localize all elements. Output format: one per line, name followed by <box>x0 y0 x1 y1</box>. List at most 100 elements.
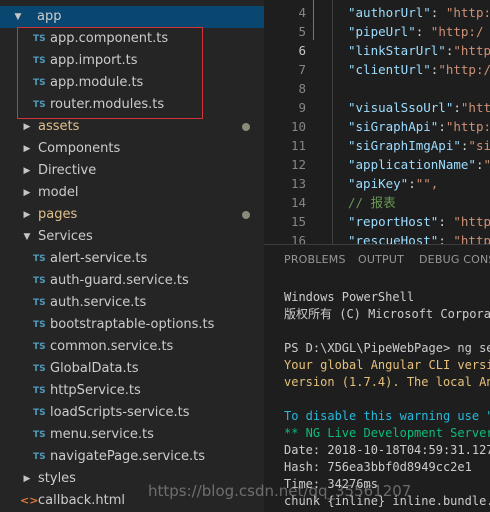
modified-dot-icon <box>242 123 250 131</box>
typescript-icon: TS <box>33 78 46 88</box>
chevron-right-icon: ▶ <box>23 188 31 198</box>
service-file-9[interactable]: TS navigatePage.service.ts <box>0 446 264 468</box>
code-text: "visualSsoUrl":"htt <box>348 100 490 115</box>
service-file-3[interactable]: TS bootstraptable-options.ts <box>0 314 264 336</box>
terminal-line: ** NG Live Development Server <box>284 426 490 440</box>
code-text: "apiKey":"", <box>348 176 439 191</box>
item-label: model <box>38 185 79 200</box>
code-line: 12 "applicationName":" <box>264 155 490 174</box>
item-label: Directive <box>38 163 97 178</box>
file-0[interactable]: TS app.component.ts <box>0 28 264 50</box>
code-line: 8 <box>264 79 490 98</box>
item-label: app.module.ts <box>50 75 144 90</box>
item-label: menu.service.ts <box>50 427 154 442</box>
line-number: 9 <box>298 100 306 115</box>
tab-debug-console[interactable]: DEBUG CONSOLE <box>419 253 490 266</box>
service-file-0[interactable]: TS alert-service.ts <box>0 248 264 270</box>
typescript-icon: TS <box>33 254 46 264</box>
file-1[interactable]: TS app.import.ts <box>0 50 264 72</box>
chevron-right-icon: ▶ <box>23 474 31 484</box>
typescript-icon: TS <box>33 386 46 396</box>
file-3[interactable]: TS router.modules.ts <box>0 94 264 116</box>
code-line: 6 "linkStarUrl":"http: <box>264 41 490 60</box>
line-number: 7 <box>298 62 306 77</box>
line-number: 10 <box>290 119 306 134</box>
chevron-right-icon: ▶ <box>23 210 31 220</box>
code-text: "applicationName":" <box>348 157 490 172</box>
modified-dot-icon <box>242 211 250 219</box>
tab-problems[interactable]: PROBLEMS <box>284 253 346 266</box>
file-callback-html[interactable]: <> callback.html <box>0 490 264 512</box>
service-file-4[interactable]: TS common.service.ts <box>0 336 264 358</box>
code-text: "clientUrl":"http:/ <box>348 62 490 77</box>
typescript-icon: TS <box>33 34 46 44</box>
code-text: "siGraphApi":"http: <box>348 119 490 134</box>
code-line: 15 "reportHost": "http <box>264 212 490 231</box>
line-number: 12 <box>290 157 306 172</box>
item-label: assets <box>38 119 80 134</box>
item-label: router.modules.ts <box>50 97 165 112</box>
terminal-line: Date: 2018-10-18T04:59:31.127Z <box>284 443 490 457</box>
line-number: 8 <box>298 81 306 96</box>
service-file-5[interactable]: TS GlobalData.ts <box>0 358 264 380</box>
chevron-down-icon: ▼ <box>14 12 22 22</box>
folder-label: app <box>37 9 62 24</box>
item-label: pages <box>38 207 78 222</box>
line-number: 16 <box>290 233 306 244</box>
typescript-icon: TS <box>33 276 46 286</box>
explorer-sidebar: ▼ app TS app.component.ts TS app.import.ts T… <box>0 0 264 512</box>
code-editor[interactable]: 4 "authorUrl": "http: 5 "pipeUrl": "http:/ 6… <box>264 0 490 244</box>
line-number: 14 <box>290 195 306 210</box>
typescript-icon: TS <box>33 452 46 462</box>
item-label: loadScripts-service.ts <box>50 405 190 420</box>
folder-model[interactable]: ▶ model <box>0 182 264 204</box>
folder-components[interactable]: ▶ Components <box>0 138 264 160</box>
item-label: GlobalData.ts <box>50 361 139 376</box>
item-label: alert-service.ts <box>50 251 148 266</box>
service-file-2[interactable]: TS auth.service.ts <box>0 292 264 314</box>
folder-styles[interactable]: ▶ styles <box>0 468 264 490</box>
service-file-6[interactable]: TS httpService.ts <box>0 380 264 402</box>
service-file-1[interactable]: TS auth-guard.service.ts <box>0 270 264 292</box>
typescript-icon: TS <box>33 342 46 352</box>
folder-pages[interactable]: ▶ pages <box>0 204 264 226</box>
code-line: 5 "pipeUrl": "http:/ <box>264 22 490 41</box>
chevron-down-icon: ▼ <box>23 232 31 242</box>
folder-directive[interactable]: ▶ Directive <box>0 160 264 182</box>
code-text: "reportHost": "http <box>348 214 490 229</box>
file-2[interactable]: TS app.module.ts <box>0 72 264 94</box>
html-icon: <> <box>20 494 39 507</box>
terminal-line: To disable this warning use "ng <box>284 409 490 423</box>
typescript-icon: TS <box>33 430 46 440</box>
code-line: 9 "visualSsoUrl":"htt <box>264 98 490 117</box>
item-label: bootstraptable-options.ts <box>50 317 215 332</box>
code-line: 4 "authorUrl": "http: <box>264 3 490 22</box>
item-label: styles <box>38 471 76 486</box>
item-label: navigatePage.service.ts <box>50 449 205 464</box>
service-file-7[interactable]: TS loadScripts-service.ts <box>0 402 264 424</box>
terminal-line: 版权所有 (C) Microsoft Corporation <box>284 307 490 321</box>
tab-output[interactable]: OUTPUT <box>358 253 404 266</box>
line-number: 6 <box>298 43 306 58</box>
terminal-line: Windows PowerShell <box>284 290 415 304</box>
code-line: 13 "apiKey":"", <box>264 174 490 193</box>
line-number: 13 <box>290 176 306 191</box>
item-label: common.service.ts <box>50 339 174 354</box>
chevron-right-icon: ▶ <box>23 144 31 154</box>
line-number: 5 <box>298 24 306 39</box>
folder-assets[interactable]: ▶ assets <box>0 116 264 138</box>
code-text: "linkStarUrl":"http: <box>348 43 490 58</box>
service-file-8[interactable]: TS menu.service.ts <box>0 424 264 446</box>
folder-services[interactable]: ▼ Services <box>0 226 264 248</box>
typescript-icon: TS <box>33 408 46 418</box>
line-number: 11 <box>290 138 306 153</box>
folder-app[interactable]: ▼ app <box>0 6 264 28</box>
terminal-line: Your global Angular CLI version <box>284 358 490 372</box>
terminal-line: Hash: 756ea3bbf0d8949cc2e1 <box>284 460 472 474</box>
item-label: auth-guard.service.ts <box>50 273 189 288</box>
item-label: auth.service.ts <box>50 295 147 310</box>
item-label: callback.html <box>38 493 125 508</box>
item-label: Components <box>38 141 121 156</box>
code-text: "pipeUrl": "http:/ <box>348 24 484 39</box>
typescript-icon: TS <box>33 100 46 110</box>
